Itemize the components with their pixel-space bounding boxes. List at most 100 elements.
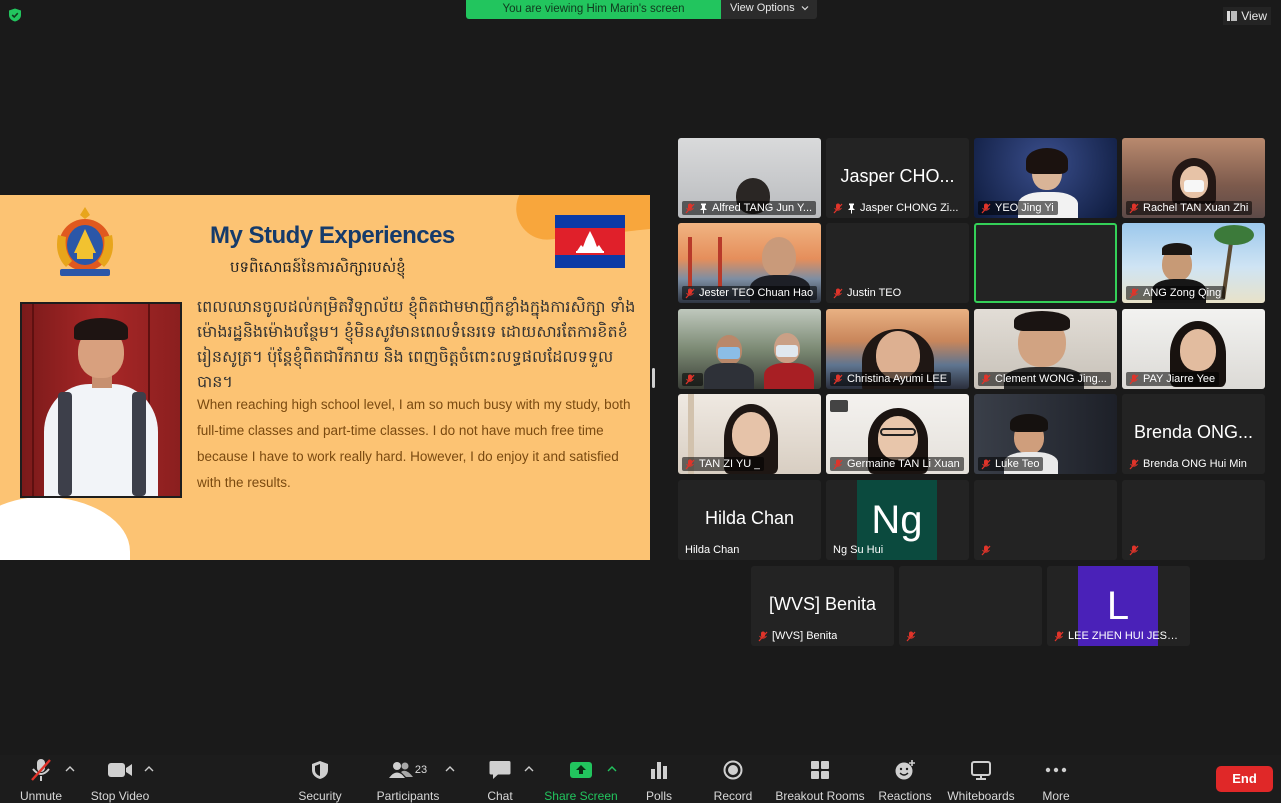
participant-name: TAN ZI YU _	[699, 458, 761, 470]
participant-display-name: Jasper CHO...	[840, 166, 955, 186]
participant-name: Hilda Chan	[685, 544, 740, 556]
unmute-button[interactable]: Unmute	[0, 757, 86, 803]
participant-name-label: Alfred TANG Jun Y...	[682, 201, 817, 215]
student-photo	[20, 302, 182, 498]
participant-tile[interactable]	[974, 480, 1117, 560]
cambodia-flag-image	[555, 215, 625, 268]
participant-tile[interactable]: ANG Zong Qing	[1122, 223, 1265, 303]
meeting-toolbar: Unmute Stop Video Security 23 Participan…	[0, 755, 1281, 803]
participant-tile[interactable]: Hilda Chan Hilda Chan	[678, 480, 821, 560]
participant-tile[interactable]	[678, 309, 821, 389]
participant-tile[interactable]: Justin TEO	[826, 223, 969, 303]
participant-name: Germaine TAN Li Xuan	[847, 458, 960, 470]
more-button[interactable]: More	[1011, 757, 1101, 803]
reactions-label: Reactions	[878, 789, 932, 803]
participant-tile[interactable]: YEO Jing Yi	[974, 138, 1117, 218]
microphone-muted-icon	[833, 288, 843, 298]
participant-name-label: ANG Zong Qing	[1126, 286, 1226, 300]
share-screen-button[interactable]: Share Screen	[536, 757, 626, 803]
participant-tile[interactable]: Rachel TAN Xuan Zhi	[1122, 138, 1265, 218]
participant-name: ANG Zong Qing	[1143, 287, 1222, 299]
split-view-drag-handle[interactable]	[652, 368, 655, 388]
security-label: Security	[298, 789, 342, 803]
microphone-muted-icon	[833, 459, 843, 469]
participant-name-label: Justin TEO	[830, 286, 905, 300]
video-options-caret-icon[interactable]	[144, 765, 154, 773]
participant-name: YEO Jing Yi	[995, 202, 1054, 214]
reactions-emoji-icon	[895, 760, 915, 780]
chat-button[interactable]: Chat	[455, 757, 545, 803]
participant-tile[interactable]: Luke Teo	[974, 394, 1117, 474]
participants-options-caret-icon[interactable]	[445, 765, 455, 773]
participant-tile[interactable]: [WVS] Benita [WVS] Benita	[751, 566, 894, 646]
microphone-muted-icon	[31, 759, 51, 781]
microphone-muted-icon	[1129, 374, 1139, 384]
view-layout-button[interactable]: View	[1223, 7, 1271, 25]
microphone-muted-icon	[981, 545, 991, 556]
whiteboards-label: Whiteboards	[947, 789, 1015, 803]
microphone-muted-icon	[1129, 203, 1139, 213]
participant-tile[interactable]: Germaine TAN Li Xuan	[826, 394, 969, 474]
audio-options-caret-icon[interactable]	[65, 765, 75, 773]
polls-bar-icon	[651, 762, 667, 779]
participant-tile[interactable]: Brenda ONG... Brenda ONG Hui Min	[1122, 394, 1265, 474]
breakout-rooms-grid-icon	[811, 761, 829, 779]
encryption-shield-icon[interactable]	[8, 8, 22, 22]
participant-name-label: [WVS] Benita	[755, 629, 841, 643]
record-button[interactable]: Record	[688, 757, 778, 803]
participant-name: Ng Su Hui	[833, 544, 884, 556]
participant-display-name: Brenda ONG...	[1133, 422, 1254, 442]
participant-tile[interactable]: TAN ZI YU _	[678, 394, 821, 474]
participant-tile[interactable]	[899, 566, 1042, 646]
participants-icon	[388, 762, 413, 778]
participant-name: Jester TEO Chuan Hao	[699, 287, 814, 299]
participant-name-label: Ng Su Hui	[830, 543, 887, 557]
microphone-muted-icon	[981, 203, 991, 213]
participant-tile[interactable]: PAY Jiarre Yee	[1122, 309, 1265, 389]
shared-screen-slide[interactable]: My Study Experiences បទពិសោធន៍នៃការសិក្ស…	[0, 195, 650, 560]
more-dots-icon	[1045, 767, 1067, 773]
participants-button[interactable]: 23 Participants	[363, 757, 453, 803]
participant-tile[interactable]: Alfred TANG Jun Y...	[678, 138, 821, 218]
participant-tile[interactable]: Ng Ng Su Hui	[826, 480, 969, 560]
view-options-label: View Options	[730, 2, 795, 14]
microphone-muted-icon	[833, 374, 843, 384]
participant-name: LEE ZHEN HUI JESSI...	[1068, 630, 1183, 642]
participant-tile[interactable]: Jester TEO Chuan Hao	[678, 223, 821, 303]
active-speaker-tile[interactable]	[974, 223, 1117, 303]
unmute-label: Unmute	[19, 789, 63, 803]
participant-tile[interactable]: Jasper CHO... Jasper CHONG Zi...	[826, 138, 969, 218]
participant-name-label: Clement WONG Jing...	[978, 372, 1111, 386]
breakout-rooms-button[interactable]: Breakout Rooms	[775, 757, 865, 803]
microphone-muted-icon	[685, 374, 695, 385]
participant-name: [WVS] Benita	[772, 630, 838, 642]
participant-name-label: Jasper CHONG Zi...	[830, 201, 962, 215]
microphone-muted-icon	[833, 203, 843, 213]
participant-name: Luke Teo	[995, 458, 1040, 470]
chevron-down-icon	[801, 6, 809, 11]
security-shield-icon	[312, 761, 328, 779]
record-icon	[723, 760, 743, 780]
chat-bubble-icon	[489, 761, 511, 779]
microphone-muted-icon	[758, 631, 768, 641]
participant-tile[interactable]: L LEE ZHEN HUI JESSI...	[1047, 566, 1190, 646]
whiteboard-icon	[971, 761, 991, 780]
participant-tile[interactable]	[1122, 480, 1265, 560]
participant-name: Rachel TAN Xuan Zhi	[1143, 202, 1249, 214]
pin-icon	[700, 203, 707, 213]
participant-name-label: Luke Teo	[978, 457, 1044, 471]
participant-name-label: Germaine TAN Li Xuan	[830, 457, 964, 471]
view-options-button[interactable]: View Options	[721, 0, 817, 19]
microphone-muted-icon	[981, 374, 991, 384]
chat-options-caret-icon[interactable]	[524, 765, 534, 773]
participant-tile[interactable]: Clement WONG Jing...	[974, 309, 1117, 389]
chat-label: Chat	[487, 789, 513, 803]
security-button[interactable]: Security	[275, 757, 365, 803]
participant-name-label: YEO Jing Yi	[978, 201, 1058, 215]
microphone-muted-icon	[1129, 545, 1139, 556]
end-meeting-button[interactable]: End	[1216, 766, 1273, 792]
stop-video-button[interactable]: Stop Video	[75, 757, 165, 803]
microphone-muted-icon	[906, 631, 916, 642]
participant-tile[interactable]: Christina Ayumi LEE	[826, 309, 969, 389]
english-paragraph: When reaching high school level, I am so…	[197, 397, 631, 490]
